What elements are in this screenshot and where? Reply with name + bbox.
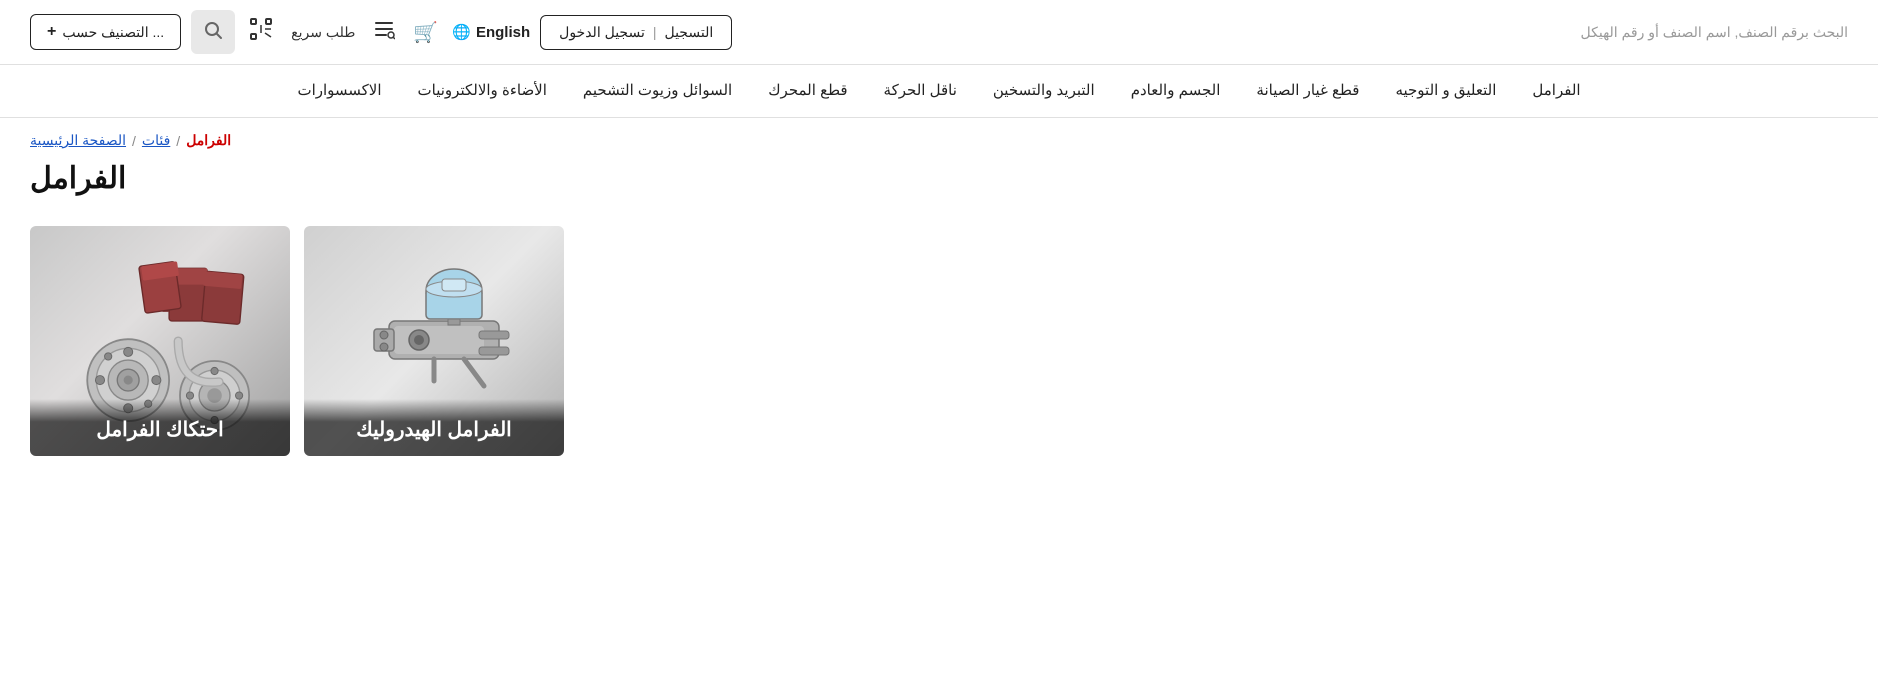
category-card-friction[interactable]: احتكاك الفرامل [30, 226, 290, 456]
globe-icon: 🌐 [452, 23, 471, 41]
login-label: تسجيل الدخول [559, 24, 645, 41]
breadcrumb-separator-2: / [132, 133, 136, 149]
sidebar-item-transmission[interactable]: ناقل الحركة [866, 65, 975, 117]
sidebar-item-brakes[interactable]: الفرامل [1514, 65, 1598, 117]
breadcrumb-section: الفرامل / فئات / الصفحة الرئيسية [0, 118, 1878, 153]
sidebar-item-body[interactable]: الجسم والعادم [1113, 65, 1239, 117]
breadcrumb-separator: / [176, 133, 180, 149]
main-navigation: الفرامل التعليق و التوجيه قطع غيار الصيا… [0, 65, 1878, 118]
sidebar-item-cooling[interactable]: التبريد والتسخين [975, 65, 1113, 117]
cart-icon: 🛒 [413, 20, 438, 45]
list-icon [373, 18, 395, 46]
header-left: البحث برقم الصنف, اسم الصنف أو رقم الهيك… [1581, 24, 1848, 41]
sidebar-item-accessories[interactable]: الاكسسوارات [279, 65, 399, 117]
card-label-hydraulic: الفرامل الهيدروليك [304, 399, 564, 456]
search-hint-text: البحث برقم الصنف, اسم الصنف أو رقم الهيك… [1581, 24, 1848, 41]
sidebar-item-lubricants[interactable]: السوائل وزيوت التشحيم [565, 65, 750, 117]
lang-label: English [476, 24, 530, 41]
header: البحث برقم الصنف, اسم الصنف أو رقم الهيك… [0, 0, 1878, 65]
quick-order-label: طلب سريع [291, 24, 355, 41]
sidebar-item-engine[interactable]: قطع المحرك [750, 65, 865, 117]
sidebar-item-lighting[interactable]: الأضاءة والالكترونيات [400, 65, 565, 117]
barcode-scan-button[interactable] [245, 13, 277, 51]
search-icon [203, 20, 223, 45]
classify-label: ... التصنيف حسب [62, 24, 164, 41]
cart-button[interactable]: 🛒 [409, 16, 442, 49]
login-register-button[interactable]: التسجيل | تسجيل الدخول [540, 15, 732, 50]
quick-order-button[interactable]: طلب سريع [287, 20, 359, 45]
sidebar-item-steering[interactable]: التعليق و التوجيه [1377, 65, 1514, 117]
page-title-section: الفرامل [0, 153, 1878, 216]
breadcrumb-current: الفرامل [186, 132, 231, 149]
sidebar-item-maintenance[interactable]: قطع غيار الصيانة [1238, 65, 1377, 117]
divider: | [653, 24, 657, 40]
classify-button[interactable]: ... التصنيف حسب + [30, 14, 181, 50]
card-label-friction: احتكاك الفرامل [30, 399, 290, 456]
quick-order-list-icon[interactable] [369, 14, 399, 50]
page-title: الفرامل [30, 161, 126, 196]
register-label: التسجيل [664, 24, 713, 41]
breadcrumb-categories[interactable]: فئات [142, 132, 170, 149]
category-cards-section: الفرامل الهيدروليك [0, 216, 1878, 496]
scan-icon [249, 17, 273, 47]
header-right: التسجيل | تسجيل الدخول English 🌐 🛒 [30, 10, 732, 54]
breadcrumb-home[interactable]: الصفحة الرئيسية [30, 132, 126, 149]
plus-icon: + [47, 23, 56, 41]
search-button[interactable] [191, 10, 235, 54]
breadcrumb: الفرامل / فئات / الصفحة الرئيسية [30, 132, 231, 149]
language-switcher[interactable]: English 🌐 [452, 23, 530, 41]
category-card-hydraulic[interactable]: الفرامل الهيدروليك [304, 226, 564, 456]
